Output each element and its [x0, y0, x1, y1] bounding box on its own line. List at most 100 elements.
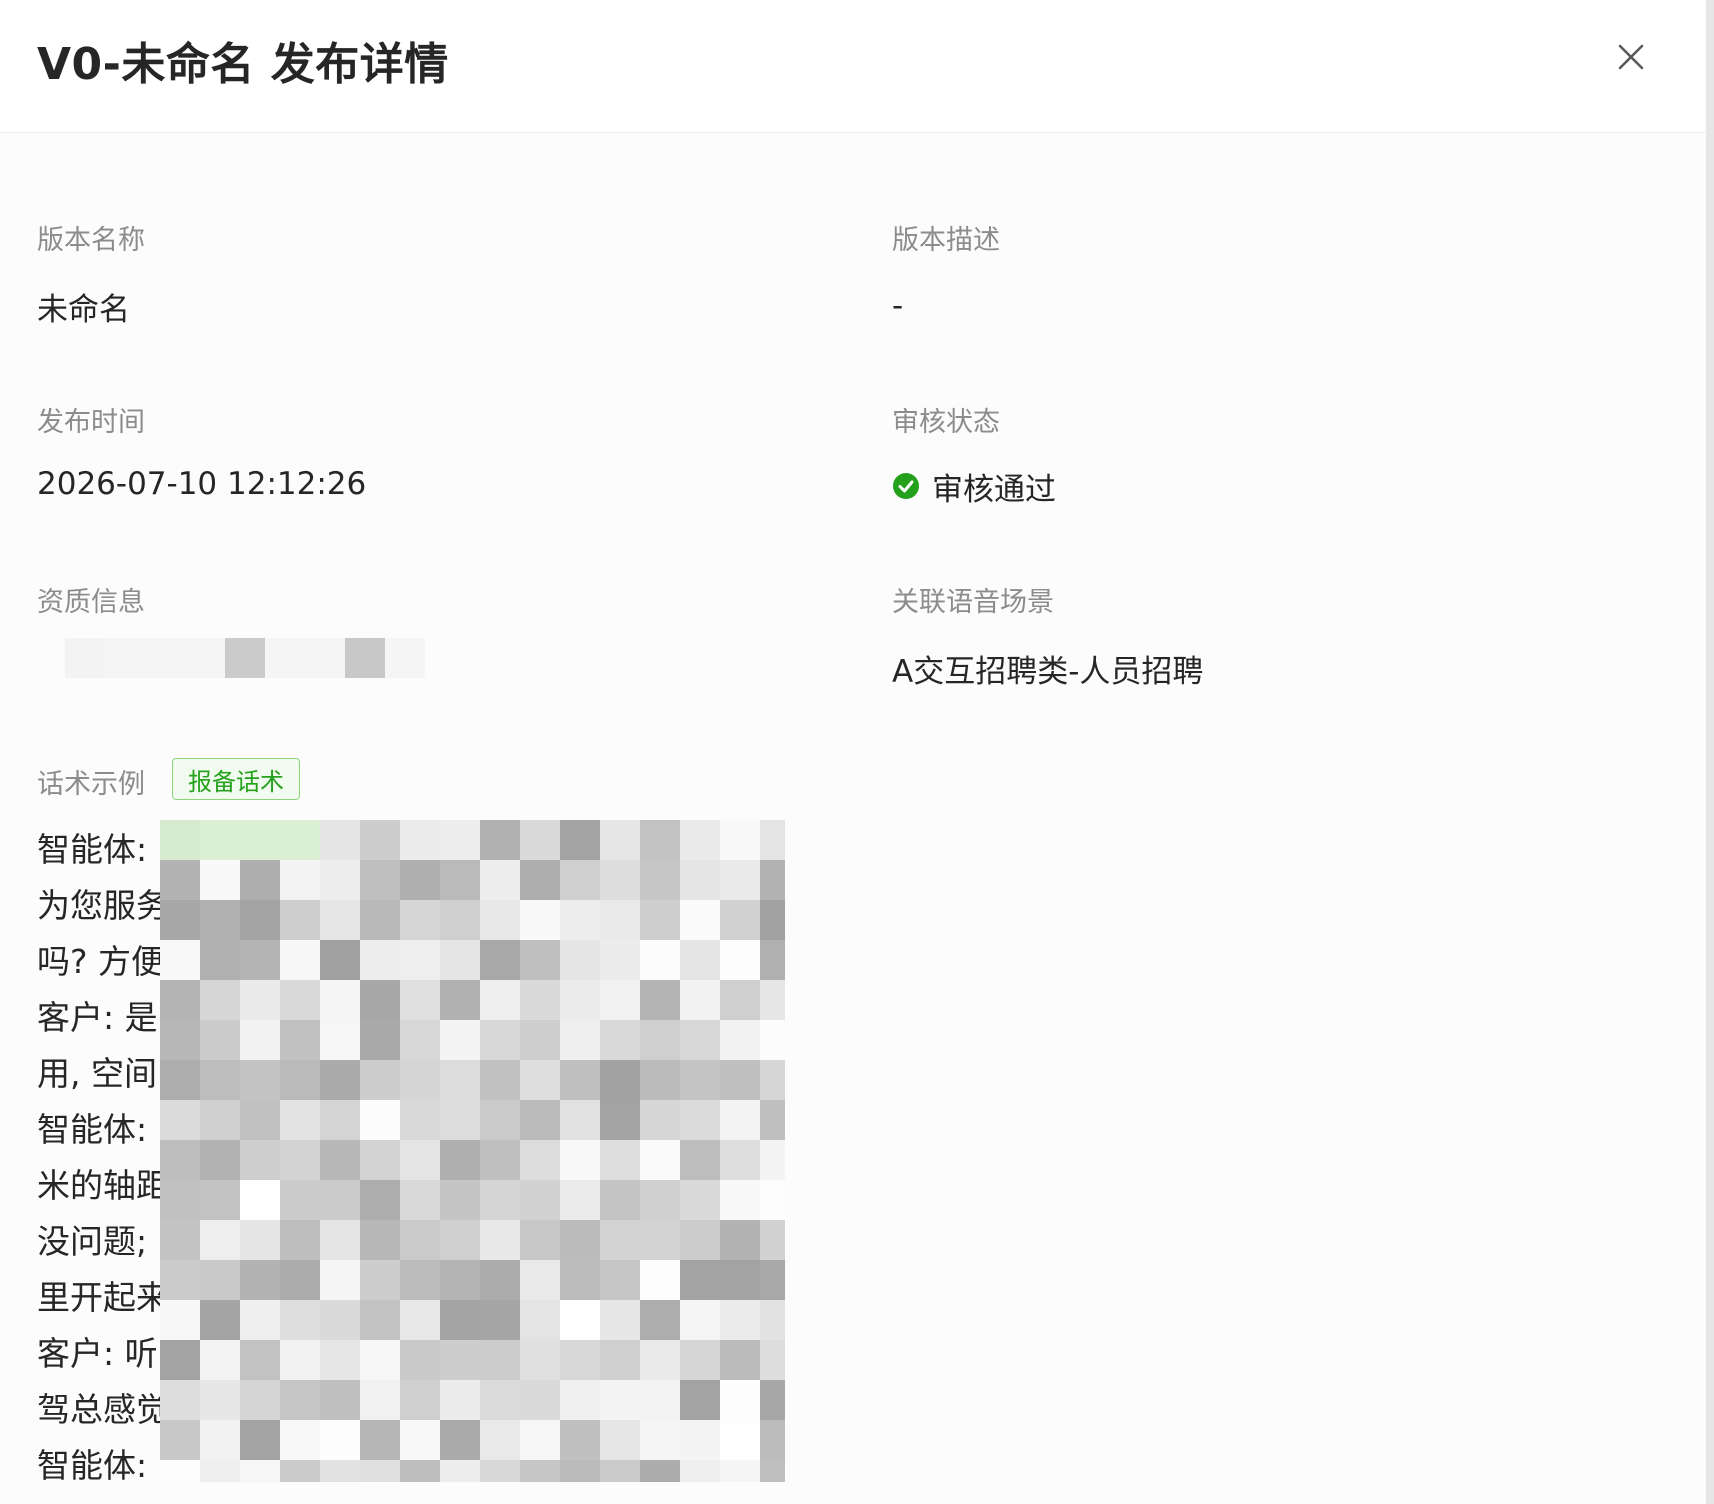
redaction-block [680, 1260, 720, 1300]
redaction-block [680, 1100, 720, 1140]
redaction-block [760, 860, 785, 900]
script-line: 驾总感觉 [37, 1390, 169, 1429]
qualification-label: 资质信息 [37, 587, 145, 618]
redaction-block [280, 1180, 320, 1220]
redaction-block [400, 1300, 440, 1340]
scrollbar[interactable] [1706, 0, 1714, 1504]
redaction-block [480, 1460, 520, 1482]
redaction-block [320, 940, 360, 980]
redaction-block [240, 1260, 280, 1300]
redaction-block [240, 860, 280, 900]
redaction-block [560, 900, 600, 940]
redaction-block [720, 980, 760, 1020]
redaction-block [480, 1060, 520, 1100]
redaction-block [360, 1460, 400, 1482]
redaction-block [640, 940, 680, 980]
redaction-block [345, 638, 385, 678]
publish-detail-drawer: V0-未命名 发布详情 版本名称 未命名 版本描述 - 发布时间 2026-07… [0, 0, 1706, 1504]
redaction-block [640, 1300, 680, 1340]
redaction-block [720, 1060, 760, 1100]
redaction-block [480, 1380, 520, 1420]
redaction-block [640, 1340, 680, 1380]
redaction-block [640, 1420, 680, 1460]
redaction-block [480, 940, 520, 980]
redaction-block [160, 820, 200, 860]
redaction-block [520, 1380, 560, 1420]
redaction-block [760, 1180, 785, 1220]
redaction-block [640, 1100, 680, 1140]
redaction-block [385, 638, 425, 678]
redaction-block [240, 1420, 280, 1460]
redaction-block [760, 900, 785, 940]
redaction-block [720, 1340, 760, 1380]
redaction-block [360, 1060, 400, 1100]
redaction-block [160, 1420, 200, 1460]
redaction-block [240, 820, 280, 860]
redaction-block [720, 820, 760, 860]
redaction-block [185, 638, 225, 678]
redaction-block [600, 860, 640, 900]
redaction-block [240, 1060, 280, 1100]
redaction-block [160, 1220, 200, 1260]
redaction-block [640, 1140, 680, 1180]
redaction-block [640, 860, 680, 900]
redaction-block [320, 1260, 360, 1300]
redaction-block [600, 1380, 640, 1420]
redaction-block [160, 1340, 200, 1380]
redaction-block [320, 1420, 360, 1460]
redaction-block [480, 1340, 520, 1380]
redaction-block [560, 820, 600, 860]
redaction-block [200, 1220, 240, 1260]
redaction-block [600, 940, 640, 980]
redaction-block [280, 1020, 320, 1060]
redaction-block [225, 638, 265, 678]
script-line: 用, 空间 [37, 1054, 157, 1093]
redaction-block [400, 1100, 440, 1140]
redaction-block [640, 1220, 680, 1260]
check-circle-icon [893, 473, 919, 499]
redaction-block [400, 1380, 440, 1420]
redaction-block [440, 1140, 480, 1180]
redaction-block [305, 638, 345, 678]
script-line: 智能体: [37, 1110, 148, 1149]
redaction-block [440, 1020, 480, 1060]
redaction-block [560, 1100, 600, 1140]
redaction-block [360, 1380, 400, 1420]
redaction-block [440, 1300, 480, 1340]
redaction-block [720, 1460, 760, 1482]
redaction-block [520, 1140, 560, 1180]
redaction-block [320, 1380, 360, 1420]
redaction-block [320, 1100, 360, 1140]
redaction-block [560, 940, 600, 980]
redaction-block [400, 860, 440, 900]
redaction-block [400, 1460, 440, 1482]
redaction-block [200, 1100, 240, 1140]
redaction-block [280, 1060, 320, 1100]
close-icon[interactable] [1610, 36, 1652, 78]
redaction-block [200, 940, 240, 980]
redaction-block [560, 1300, 600, 1340]
qualification-redacted [37, 632, 437, 684]
redaction-block [720, 1100, 760, 1140]
redaction-block [560, 1140, 600, 1180]
redaction-block [560, 1340, 600, 1380]
redaction-block [200, 1180, 240, 1220]
page-title: V0-未命名 发布详情 [37, 39, 449, 90]
redaction-block [280, 1460, 320, 1482]
voice-scene-label: 关联语音场景 [892, 587, 1054, 618]
redaction-block [200, 820, 240, 860]
redaction-block [200, 1340, 240, 1380]
script-line: 客户: 听 [37, 1334, 158, 1373]
redaction-block [640, 1380, 680, 1420]
redaction-block [200, 900, 240, 940]
redaction-block [360, 860, 400, 900]
redaction-block [600, 1220, 640, 1260]
script-line: 智能体: [37, 1446, 148, 1485]
redaction-block [200, 1380, 240, 1420]
redaction-block [520, 1020, 560, 1060]
redaction-block [600, 1100, 640, 1140]
redaction-block [480, 900, 520, 940]
voice-scene-value[interactable]: A交互招聘类-人员招聘 [892, 646, 1203, 691]
redaction-block [440, 940, 480, 980]
redaction-block [520, 820, 560, 860]
